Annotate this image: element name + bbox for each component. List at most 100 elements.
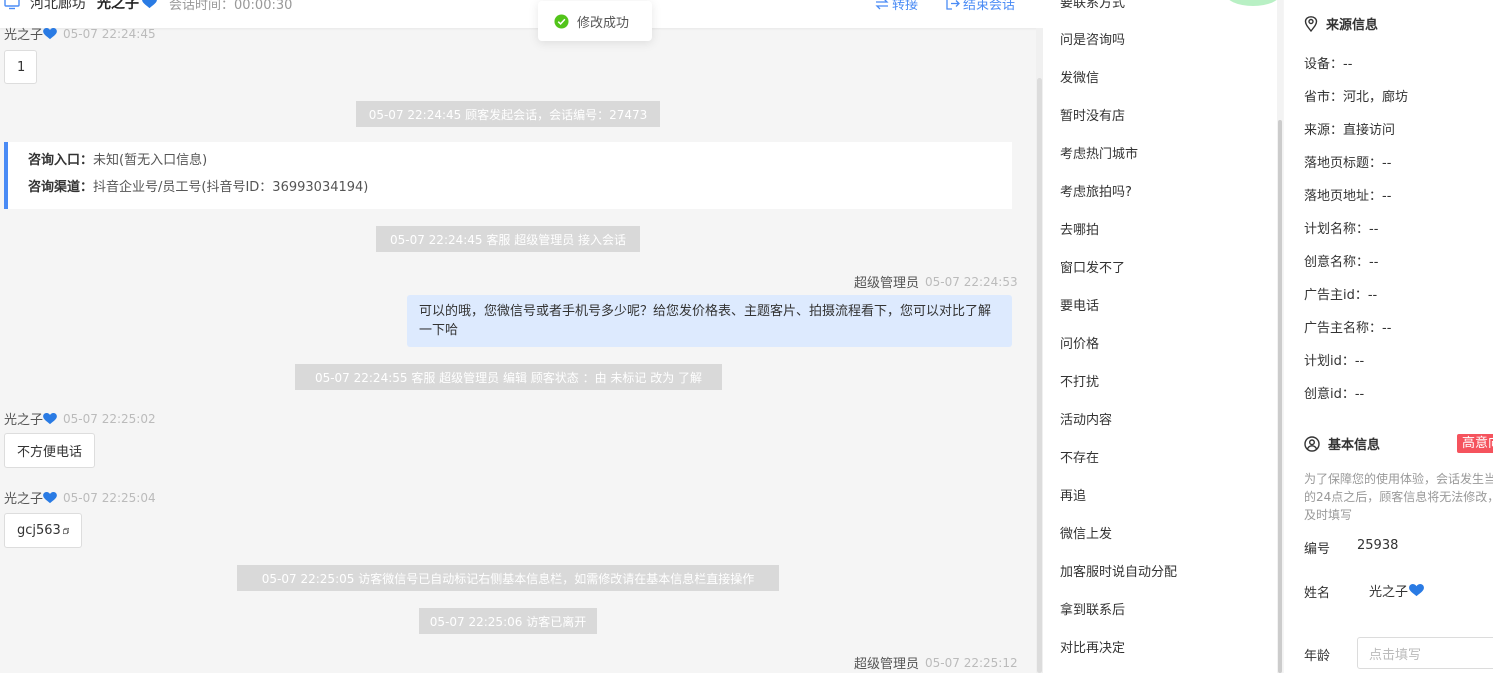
blue-heart-icon	[142, 0, 157, 9]
monitor-icon	[4, 0, 20, 10]
quick-reply-item[interactable]: 加客服时说自动分配	[1060, 561, 1177, 580]
exit-icon	[946, 0, 960, 10]
source-info-row: 计划名称：--	[1304, 222, 1379, 237]
system-message: 05-07 22:24:45 顾客发起会话，会话编号：27473	[356, 101, 660, 127]
chat-header: 河北廊坊 光之子 会话时间：00:00:30 转接 结束会话	[0, 0, 1043, 28]
system-message: 05-07 22:24:55 客服 超级管理员 编辑 顾客状态 ：由 未标记 改…	[295, 364, 722, 390]
message-sender: 超级管理员	[854, 657, 920, 672]
source-info-row: 省市：河北，廊坊	[1304, 90, 1409, 105]
source-info-title-text: 来源信息	[1326, 18, 1379, 33]
quick-reply-item[interactable]: 对比再决定	[1060, 637, 1125, 656]
session-timer: 会话时间：00:00:30	[169, 0, 293, 13]
message-meta: 光之子 05-07 22:25:04	[4, 488, 156, 508]
chat-scrollbar-thumb[interactable]	[1037, 78, 1042, 673]
check-circle-icon	[554, 13, 569, 29]
message-bubble-customer: gcj563	[4, 513, 82, 548]
source-info-row: 广告主id：--	[1304, 288, 1378, 303]
message-time: 05-07 22:24:53	[925, 274, 1018, 289]
entry-label: 咨询入口：	[28, 153, 94, 168]
quick-reply-item[interactable]: 窗口发不了	[1060, 257, 1125, 276]
info-notice-line: 为了保障您的使用体验，会话发生当	[1304, 472, 1493, 486]
name-value: 光之子	[1369, 584, 1409, 600]
message-sender: 光之子	[4, 492, 44, 507]
source-info-row: 创意名称：--	[1304, 255, 1379, 270]
quick-reply-item[interactable]: 不打扰	[1060, 371, 1099, 390]
source-info-row: 创意id：--	[1304, 387, 1365, 402]
name-label: 姓名	[1304, 586, 1331, 601]
id-label: 编号	[1304, 542, 1331, 557]
source-info-row: 落地页地址：--	[1304, 189, 1392, 204]
message-sender: 光之子	[4, 413, 44, 428]
entry-info-card: 咨询入口：未知(暂无入口信息) 咨询渠道：抖音企业号/员工号(抖音号ID：369…	[4, 142, 1012, 209]
message-sender: 超级管理员	[854, 276, 920, 291]
end-session-label: 结束会话	[963, 0, 1016, 13]
message-sender: 光之子	[4, 28, 44, 43]
name-field[interactable]: 光之子	[1357, 574, 1493, 606]
quick-reply-item[interactable]: 微信上发	[1060, 523, 1112, 542]
quick-reply-item[interactable]: 问是咨询吗	[1060, 29, 1125, 48]
source-info-row: 设备：--	[1304, 57, 1353, 72]
system-message: 05-07 22:24:45 客服 超级管理员 接入会话	[376, 226, 640, 252]
id-value: 25938	[1357, 538, 1399, 553]
quick-reply-item[interactable]: 拿到联系后	[1060, 599, 1125, 618]
location-pin-icon	[1304, 15, 1318, 32]
message-text: 一下哈	[419, 323, 459, 338]
message-meta: 超级管理员 05-07 22:25:12	[854, 653, 1018, 673]
message-text: 可以的哦，您微信号或者手机号多少呢？给您发价格表、主题客片、拍摄流程看下，您可以…	[419, 304, 992, 319]
blue-heart-icon	[1409, 583, 1424, 596]
quick-reply-item[interactable]: 考虑旅拍吗?	[1060, 181, 1132, 200]
source-info-row: 来源：直接访问	[1304, 123, 1396, 138]
source-info-row: 广告主名称：--	[1304, 321, 1392, 336]
quick-reply-item[interactable]: 去哪拍	[1060, 219, 1099, 238]
quick-reply-item[interactable]: 问价格	[1060, 333, 1099, 352]
age-label: 年龄	[1304, 649, 1331, 664]
channel-row: 咨询渠道：抖音企业号/员工号(抖音号ID：36993034194)	[28, 180, 1012, 207]
quick-reply-item[interactable]: 要联系方式	[1060, 0, 1125, 11]
message-text: 不方便电话	[17, 445, 83, 460]
info-notice-line: 的24点之后，顾客信息将无法修改，	[1304, 490, 1493, 504]
source-info-row: 落地页标题：--	[1304, 156, 1392, 171]
quick-reply-item[interactable]: 考虑热门城市	[1060, 143, 1138, 162]
source-info-row: 计划id：--	[1304, 354, 1365, 369]
message-meta: 超级管理员 05-07 22:24:53	[854, 272, 1018, 292]
quick-reply-item[interactable]: 暂时没有店	[1060, 105, 1125, 124]
entry-row: 咨询入口：未知(暂无入口信息)	[28, 153, 1012, 180]
customer-location: 河北廊坊	[30, 0, 86, 12]
system-message: 05-07 22:25:06 访客已离开	[419, 608, 597, 634]
end-session-button[interactable]: 结束会话	[946, 0, 1015, 13]
quick-reply-item[interactable]: 发微信	[1060, 67, 1099, 86]
user-circle-icon	[1304, 435, 1320, 452]
copy-icon[interactable]	[62, 525, 69, 537]
age-placeholder: 点击填写	[1369, 647, 1422, 663]
message-meta: 光之子 05-07 22:24:45	[4, 24, 156, 44]
message-bubble-customer: 不方便电话	[4, 433, 95, 468]
system-message: 05-07 22:25:05 访客微信号已自动标记右侧基本信息栏，如需修改请在基…	[237, 565, 779, 591]
blue-heart-icon	[43, 412, 57, 424]
message-time: 05-07 22:25:12	[925, 655, 1018, 670]
intent-badge[interactable]: 高意向	[1457, 434, 1493, 453]
info-notice-line: 及时填写	[1304, 508, 1353, 522]
blue-heart-icon	[43, 27, 57, 39]
message-text: gcj563	[17, 523, 61, 538]
message-time: 05-07 22:25:02	[63, 411, 156, 426]
basic-info-title: 基本信息	[1304, 434, 1380, 453]
message-time: 05-07 22:25:04	[63, 490, 156, 505]
transfer-button[interactable]: 转接	[875, 0, 918, 13]
quick-reply-item[interactable]: 再追	[1060, 485, 1086, 504]
quick-reply-scrollbar-thumb[interactable]	[1278, 120, 1282, 673]
quick-reply-item[interactable]: 活动内容	[1060, 409, 1112, 428]
channel-label: 咨询渠道：	[28, 180, 94, 195]
blue-heart-icon	[43, 491, 57, 503]
age-field[interactable]: 点击填写	[1357, 637, 1493, 669]
message-bubble-agent: 可以的哦，您微信号或者手机号多少呢？给您发价格表、主题客片、拍摄流程看下，您可以…	[407, 295, 1012, 347]
customer-name: 光之子	[97, 0, 139, 12]
quick-reply-item[interactable]: 不存在	[1060, 447, 1099, 466]
transfer-label: 转接	[892, 0, 919, 13]
success-toast: 修改成功	[538, 1, 652, 41]
quick-reply-item[interactable]: 要电话	[1060, 295, 1099, 314]
basic-info-title-text: 基本信息	[1328, 438, 1381, 453]
message-bubble-customer: 1	[4, 50, 37, 84]
transfer-icon	[875, 0, 889, 9]
toast-message: 修改成功	[577, 15, 630, 31]
channel-value: 抖音企业号/员工号(抖音号ID：36993034194)	[93, 180, 369, 195]
